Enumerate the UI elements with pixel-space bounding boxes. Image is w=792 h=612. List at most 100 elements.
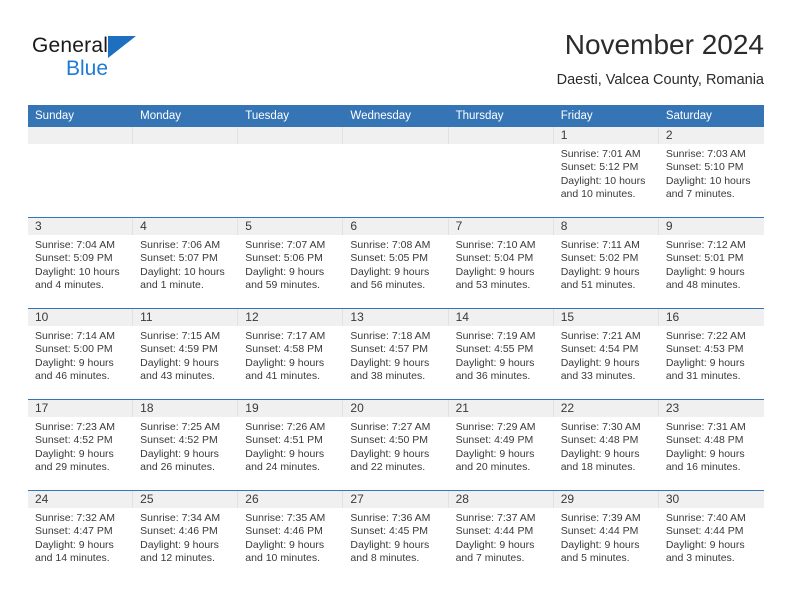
day-sunrise-text: Sunrise: 7:19 AM — [455, 330, 536, 342]
general-blue-logo[interactable]: General Blue — [32, 34, 212, 90]
calendar-day-cell[interactable]: 20 Sunrise: 7:27 AM Sunset: 4:50 PM Dayligh… — [343, 399, 449, 491]
day-sunrise-text: Sunrise: 7:21 AM — [560, 330, 641, 342]
day-daylight2-text: and 41 minutes. — [245, 369, 320, 382]
day-sunset-text: Sunset: 5:00 PM — [35, 343, 113, 356]
weekday-header-friday: Friday — [553, 105, 659, 127]
calendar-day-cell[interactable]: 19 Sunrise: 7:26 AM Sunset: 4:51 PM Dayligh… — [238, 399, 344, 491]
day-daylight2-text: and 7 minutes. — [455, 551, 525, 564]
day-sun-details — [449, 144, 554, 148]
calendar-day-cell[interactable]: 28 Sunrise: 7:37 AM Sunset: 4:44 PM Dayligh… — [448, 490, 554, 581]
day-sun-details: Sunrise: 7:11 AM Sunset: 5:02 PM Daylight:… — [554, 235, 659, 292]
day-number: 30 — [658, 491, 764, 508]
day-daylight2-text: and 24 minutes. — [245, 460, 320, 473]
day-sunset-text: Sunset: 4:46 PM — [245, 525, 323, 538]
calendar-day-cell[interactable]: 27 Sunrise: 7:36 AM Sunset: 4:45 PM Dayligh… — [343, 490, 449, 581]
day-number: 7 — [448, 218, 554, 235]
calendar-day-cell[interactable]: 13 Sunrise: 7:18 AM Sunset: 4:57 PM Dayligh… — [343, 308, 449, 400]
calendar-day-cell[interactable]: 29 Sunrise: 7:39 AM Sunset: 4:44 PM Dayligh… — [553, 490, 659, 581]
calendar-day-cell[interactable]: 25 Sunrise: 7:34 AM Sunset: 4:46 PM Dayligh… — [133, 490, 239, 581]
day-number: 17 — [28, 400, 134, 417]
day-cell-inner: 9 Sunrise: 7:12 AM Sunset: 5:01 PM Daylight… — [658, 218, 764, 308]
calendar-day-cell[interactable]: 16 Sunrise: 7:22 AM Sunset: 4:53 PM Dayligh… — [658, 308, 764, 400]
month-calendar-table: Sunday Monday Tuesday Wednesday Thursday… — [28, 105, 764, 581]
day-daylight2-text: and 1 minute. — [140, 278, 204, 291]
day-number: 1 — [553, 127, 659, 144]
day-sunset-text: Sunset: 4:52 PM — [140, 434, 218, 447]
day-cell-inner: 15 Sunrise: 7:21 AM Sunset: 4:54 PM Dayligh… — [553, 309, 659, 399]
day-sunset-text: Sunset: 4:45 PM — [350, 525, 429, 538]
day-sunrise-text: Sunrise: 7:12 AM — [665, 239, 746, 251]
calendar-day-cell[interactable]: 6 Sunrise: 7:08 AM Sunset: 5:05 PM Daylight… — [343, 217, 449, 309]
calendar-day-cell[interactable]: 18 Sunrise: 7:25 AM Sunset: 4:52 PM Dayligh… — [133, 399, 239, 491]
calendar-day-cell[interactable]: 21 Sunrise: 7:29 AM Sunset: 4:49 PM Dayligh… — [448, 399, 554, 491]
day-daylight-text: Daylight: 9 hours — [35, 447, 114, 460]
day-sunrise-text: Sunrise: 7:04 AM — [35, 239, 115, 251]
calendar-day-cell[interactable]: 23 Sunrise: 7:31 AM Sunset: 4:48 PM Dayligh… — [658, 399, 764, 491]
day-daylight2-text: and 59 minutes. — [245, 278, 320, 291]
day-sunset-text: Sunset: 4:55 PM — [455, 343, 534, 356]
calendar-day-cell[interactable]: 5 Sunrise: 7:07 AM Sunset: 5:06 PM Daylight… — [238, 217, 344, 309]
day-daylight2-text: and 46 minutes. — [35, 369, 110, 382]
day-daylight2-text: and 22 minutes. — [350, 460, 426, 473]
day-daylight2-text: and 33 minutes. — [560, 369, 636, 382]
day-daylight-text: Daylight: 9 hours — [455, 265, 535, 278]
day-number: 16 — [658, 309, 764, 326]
day-daylight2-text: and 14 minutes. — [35, 551, 110, 564]
day-sun-details: Sunrise: 7:19 AM Sunset: 4:55 PM Daylight:… — [449, 326, 554, 383]
calendar-day-cell[interactable]: 30 Sunrise: 7:40 AM Sunset: 4:44 PM Dayligh… — [658, 490, 764, 581]
day-sunset-text: Sunset: 4:54 PM — [560, 343, 639, 356]
day-sun-details — [133, 144, 238, 148]
weekday-header-wednesday: Wednesday — [343, 105, 449, 127]
calendar-day-cell[interactable]: 3 Sunrise: 7:04 AM Sunset: 5:09 PM Daylight… — [28, 217, 134, 309]
day-cell-inner: 29 Sunrise: 7:39 AM Sunset: 4:44 PM Dayligh… — [553, 491, 659, 581]
calendar-day-cell[interactable]: 10 Sunrise: 7:14 AM Sunset: 5:00 PM Dayligh… — [28, 308, 134, 400]
day-daylight2-text: and 5 minutes. — [560, 551, 630, 564]
day-cell-inner: 19 Sunrise: 7:26 AM Sunset: 4:51 PM Dayligh… — [238, 400, 344, 490]
calendar-day-cell[interactable]: 11 Sunrise: 7:15 AM Sunset: 4:59 PM Dayligh… — [133, 308, 239, 400]
calendar-day-cell[interactable]: 1 Sunrise: 7:01 AM Sunset: 5:12 PM Daylight… — [553, 127, 659, 218]
calendar-day-cell[interactable]: 15 Sunrise: 7:21 AM Sunset: 4:54 PM Dayligh… — [553, 308, 659, 400]
day-daylight2-text: and 7 minutes. — [665, 187, 735, 200]
calendar-day-cell[interactable]: 22 Sunrise: 7:30 AM Sunset: 4:48 PM Dayligh… — [553, 399, 659, 491]
day-cell-inner — [133, 127, 239, 217]
calendar-day-cell[interactable]: 2 Sunrise: 7:03 AM Sunset: 5:10 PM Daylight… — [658, 127, 764, 218]
day-cell-inner: 21 Sunrise: 7:29 AM Sunset: 4:49 PM Dayligh… — [448, 400, 554, 490]
calendar-day-cell[interactable]: 4 Sunrise: 7:06 AM Sunset: 5:07 PM Daylight… — [133, 217, 239, 309]
day-daylight2-text: and 8 minutes. — [350, 551, 420, 564]
day-sun-details: Sunrise: 7:06 AM Sunset: 5:07 PM Daylight:… — [133, 235, 238, 292]
day-sunrise-text: Sunrise: 7:35 AM — [245, 512, 326, 524]
day-sun-details — [238, 144, 343, 148]
day-sunset-text: Sunset: 4:50 PM — [350, 434, 429, 447]
day-number: 13 — [343, 309, 449, 326]
calendar-day-cell[interactable]: 7 Sunrise: 7:10 AM Sunset: 5:04 PM Daylight… — [448, 217, 554, 309]
day-cell-inner: 25 Sunrise: 7:34 AM Sunset: 4:46 PM Dayligh… — [133, 491, 239, 581]
day-sun-details: Sunrise: 7:36 AM Sunset: 4:45 PM Daylight:… — [343, 508, 448, 565]
calendar-day-cell[interactable]: 12 Sunrise: 7:17 AM Sunset: 4:58 PM Dayligh… — [238, 308, 344, 400]
day-number: 29 — [553, 491, 659, 508]
calendar-week-row: 1 Sunrise: 7:01 AM Sunset: 5:12 PM Daylight… — [28, 127, 764, 218]
calendar-day-cell[interactable]: 26 Sunrise: 7:35 AM Sunset: 4:46 PM Dayligh… — [238, 490, 344, 581]
day-sun-details — [28, 144, 133, 148]
day-cell-inner: 26 Sunrise: 7:35 AM Sunset: 4:46 PM Dayligh… — [238, 491, 344, 581]
day-number: 14 — [448, 309, 554, 326]
day-sunrise-text: Sunrise: 7:27 AM — [350, 421, 431, 433]
calendar-day-cell[interactable]: 24 Sunrise: 7:32 AM Sunset: 4:47 PM Dayligh… — [28, 490, 134, 581]
day-cell-inner: 22 Sunrise: 7:30 AM Sunset: 4:48 PM Dayligh… — [553, 400, 659, 490]
calendar-day-cell[interactable]: 17 Sunrise: 7:23 AM Sunset: 4:52 PM Dayligh… — [28, 399, 134, 491]
calendar-day-cell[interactable]: 14 Sunrise: 7:19 AM Sunset: 4:55 PM Dayligh… — [448, 308, 554, 400]
day-sun-details: Sunrise: 7:18 AM Sunset: 4:57 PM Daylight:… — [343, 326, 448, 383]
day-cell-inner — [343, 127, 449, 217]
day-daylight-text: Daylight: 9 hours — [35, 538, 114, 551]
calendar-day-cell — [343, 127, 449, 218]
calendar-day-cell[interactable]: 9 Sunrise: 7:12 AM Sunset: 5:01 PM Daylight… — [658, 217, 764, 309]
weekday-header-sunday: Sunday — [28, 105, 134, 127]
day-daylight-text: Daylight: 9 hours — [455, 356, 535, 369]
day-number: 9 — [658, 218, 764, 235]
day-cell-inner: 12 Sunrise: 7:17 AM Sunset: 4:58 PM Dayligh… — [238, 309, 344, 399]
calendar-week-row: 17 Sunrise: 7:23 AM Sunset: 4:52 PM Dayligh… — [28, 399, 764, 491]
day-cell-inner: 16 Sunrise: 7:22 AM Sunset: 4:53 PM Dayligh… — [658, 309, 764, 399]
day-sunset-text: Sunset: 4:48 PM — [560, 434, 639, 447]
calendar-day-cell[interactable]: 8 Sunrise: 7:11 AM Sunset: 5:02 PM Daylight… — [553, 217, 659, 309]
day-number: 22 — [553, 400, 659, 417]
day-sunset-text: Sunset: 5:04 PM — [455, 252, 534, 265]
